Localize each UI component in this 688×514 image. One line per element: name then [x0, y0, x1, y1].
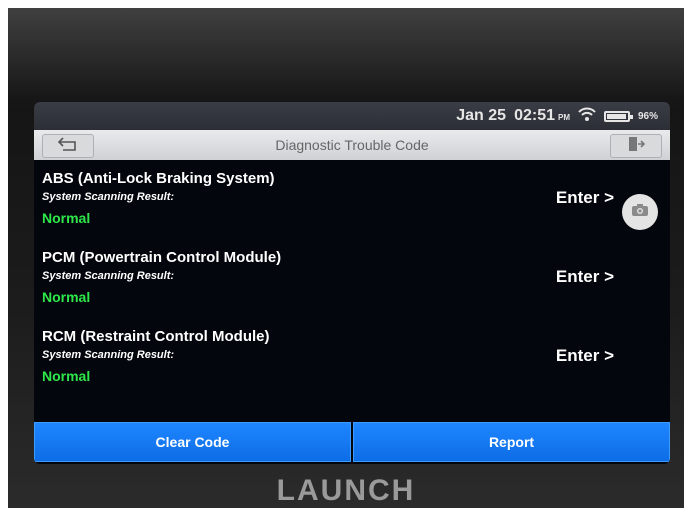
module-row-pcm[interactable]: PCM (Powertrain Control Module) System S… — [34, 245, 670, 323]
status-bar: Jan 25 02:51 PM 96% — [34, 102, 670, 130]
module-row-abs[interactable]: ABS (Anti-Lock Braking System) System Sc… — [34, 166, 670, 244]
enter-button-pcm[interactable]: Enter > — [556, 267, 614, 287]
device-photo: Jan 25 02:51 PM 96% Diagnostic Trouble C… — [8, 8, 684, 508]
page-title: Diagnostic Trouble Code — [275, 137, 429, 153]
camera-icon — [631, 203, 649, 222]
exit-button[interactable] — [610, 134, 662, 158]
status-right: Jan 25 02:51 PM 96% — [456, 106, 658, 126]
module-name: RCM (Restraint Control Module) — [42, 328, 270, 345]
title-bar: Diagnostic Trouble Code — [34, 130, 670, 160]
enter-button-abs[interactable]: Enter > — [556, 188, 614, 208]
battery-icon — [603, 110, 633, 122]
bottom-action-bar: Clear Code Report — [34, 422, 670, 462]
scan-result-value: Normal — [42, 210, 91, 226]
enter-button-rcm[interactable]: Enter > — [556, 346, 614, 366]
module-row-rcm[interactable]: RCM (Restraint Control Module) System Sc… — [34, 324, 670, 402]
wifi-icon — [578, 107, 596, 126]
status-ampm: PM — [557, 113, 570, 122]
module-name: PCM (Powertrain Control Module) — [42, 249, 282, 266]
scan-result-value: Normal — [42, 289, 91, 305]
bezel-glare — [8, 8, 684, 98]
scan-result-value: Normal — [42, 368, 91, 384]
module-name: ABS (Anti-Lock Braking System) — [42, 170, 275, 187]
scan-result-label: System Scanning Result: — [42, 349, 175, 361]
brand-logo: LAUNCH — [276, 474, 416, 507]
battery-fill — [606, 113, 627, 119]
screenshot-button[interactable] — [622, 194, 658, 230]
status-date: Jan 25 — [456, 107, 507, 124]
battery-percent: 96% — [637, 110, 658, 122]
status-time-group: 02:51 PM — [514, 107, 570, 125]
exit-door-icon — [627, 136, 646, 157]
scan-result-label: System Scanning Result: — [42, 191, 175, 203]
device-screen: Jan 25 02:51 PM 96% Diagnostic Trouble C… — [34, 102, 670, 464]
report-button[interactable]: Report — [353, 422, 670, 462]
clear-code-button[interactable]: Clear Code — [34, 422, 351, 462]
scan-result-label: System Scanning Result: — [42, 270, 175, 282]
status-time: 02:51 — [514, 107, 555, 124]
